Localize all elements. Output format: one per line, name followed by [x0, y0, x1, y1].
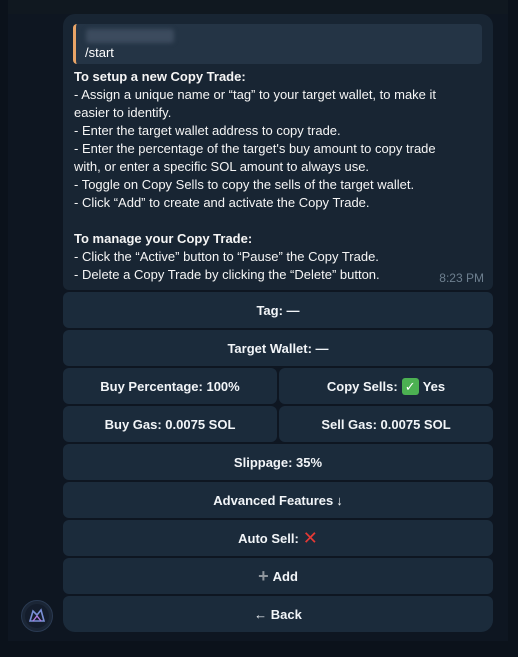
checkmark-icon: ✓: [401, 377, 419, 395]
buy-percentage-button[interactable]: Buy Percentage: 100%: [63, 368, 277, 404]
bot-avatar-icon[interactable]: [21, 600, 53, 632]
buy-percentage-label: Buy Percentage: 100%: [100, 378, 240, 394]
window-right-frame: [508, 0, 518, 657]
auto-sell-label: Auto Sell:: [238, 530, 299, 546]
auto-sell-button[interactable]: Auto Sell: ✕: [63, 520, 493, 556]
add-button-label: Add: [272, 568, 298, 584]
advanced-features-button[interactable]: Advanced Features ↓: [63, 482, 493, 518]
copy-sells-button[interactable]: Copy Sells: ✓ Yes: [279, 368, 493, 404]
back-button-label: ← Back: [254, 606, 302, 622]
tag-button-label: Tag: —: [256, 302, 300, 318]
sell-gas-label: Sell Gas: 0.0075 SOL: [321, 416, 451, 432]
manage-line: - Delete a Copy Trade by clicking the “D…: [74, 267, 380, 282]
add-button[interactable]: + Add: [63, 558, 493, 594]
copy-sells-label: Copy Sells:: [326, 378, 398, 394]
arrow-down-icon: ↓: [336, 492, 343, 508]
slippage-label: Slippage: 35%: [233, 454, 323, 470]
target-wallet-button-label: Target Wallet: —: [227, 340, 329, 356]
setup-line: with, or enter a specific SOL amount to …: [74, 159, 370, 174]
manage-heading: To manage your Copy Trade:: [74, 231, 253, 246]
copy-sells-value: Yes: [422, 378, 446, 394]
reply-author-redacted: [86, 29, 174, 43]
message-timestamp: 8:23 PM: [439, 271, 484, 285]
reply-quote-text: /start: [85, 45, 114, 60]
buy-gas-label: Buy Gas: 0.0075 SOL: [104, 416, 236, 432]
setup-line: - Click “Add” to create and activate the…: [74, 195, 370, 210]
bot-avatar-icon-graphic: [25, 604, 49, 628]
message-text: To setup a new Copy Trade: - Assign a un…: [74, 68, 484, 284]
setup-line: easier to identify.: [74, 105, 172, 120]
setup-heading: To setup a new Copy Trade:: [74, 69, 246, 84]
back-button[interactable]: ← Back: [63, 596, 493, 632]
setup-line: - Enter the target wallet address to cop…: [74, 123, 341, 138]
window-left-frame: [0, 0, 8, 657]
cross-icon: ✕: [302, 527, 318, 548]
advanced-features-label: Advanced Features: [213, 492, 334, 508]
plus-icon: +: [258, 565, 269, 586]
tag-button[interactable]: Tag: —: [63, 292, 493, 328]
window-top-frame: [0, 0, 518, 14]
bot-message-bubble: /start To setup a new Copy Trade: - Assi…: [63, 14, 493, 290]
manage-line: - Click the “Active” button to “Pause” t…: [74, 249, 379, 264]
sell-gas-button[interactable]: Sell Gas: 0.0075 SOL: [279, 406, 493, 442]
window-bottom-frame: [0, 641, 518, 657]
setup-line: - Enter the percentage of the target's b…: [74, 141, 436, 156]
target-wallet-button[interactable]: Target Wallet: —: [63, 330, 493, 366]
reply-quote[interactable]: /start: [73, 24, 482, 64]
setup-line: - Assign a unique name or “tag” to your …: [74, 87, 437, 102]
slippage-button[interactable]: Slippage: 35%: [63, 444, 493, 480]
setup-line: - Toggle on Copy Sells to copy the sells…: [74, 177, 415, 192]
buy-gas-button[interactable]: Buy Gas: 0.0075 SOL: [63, 406, 277, 442]
